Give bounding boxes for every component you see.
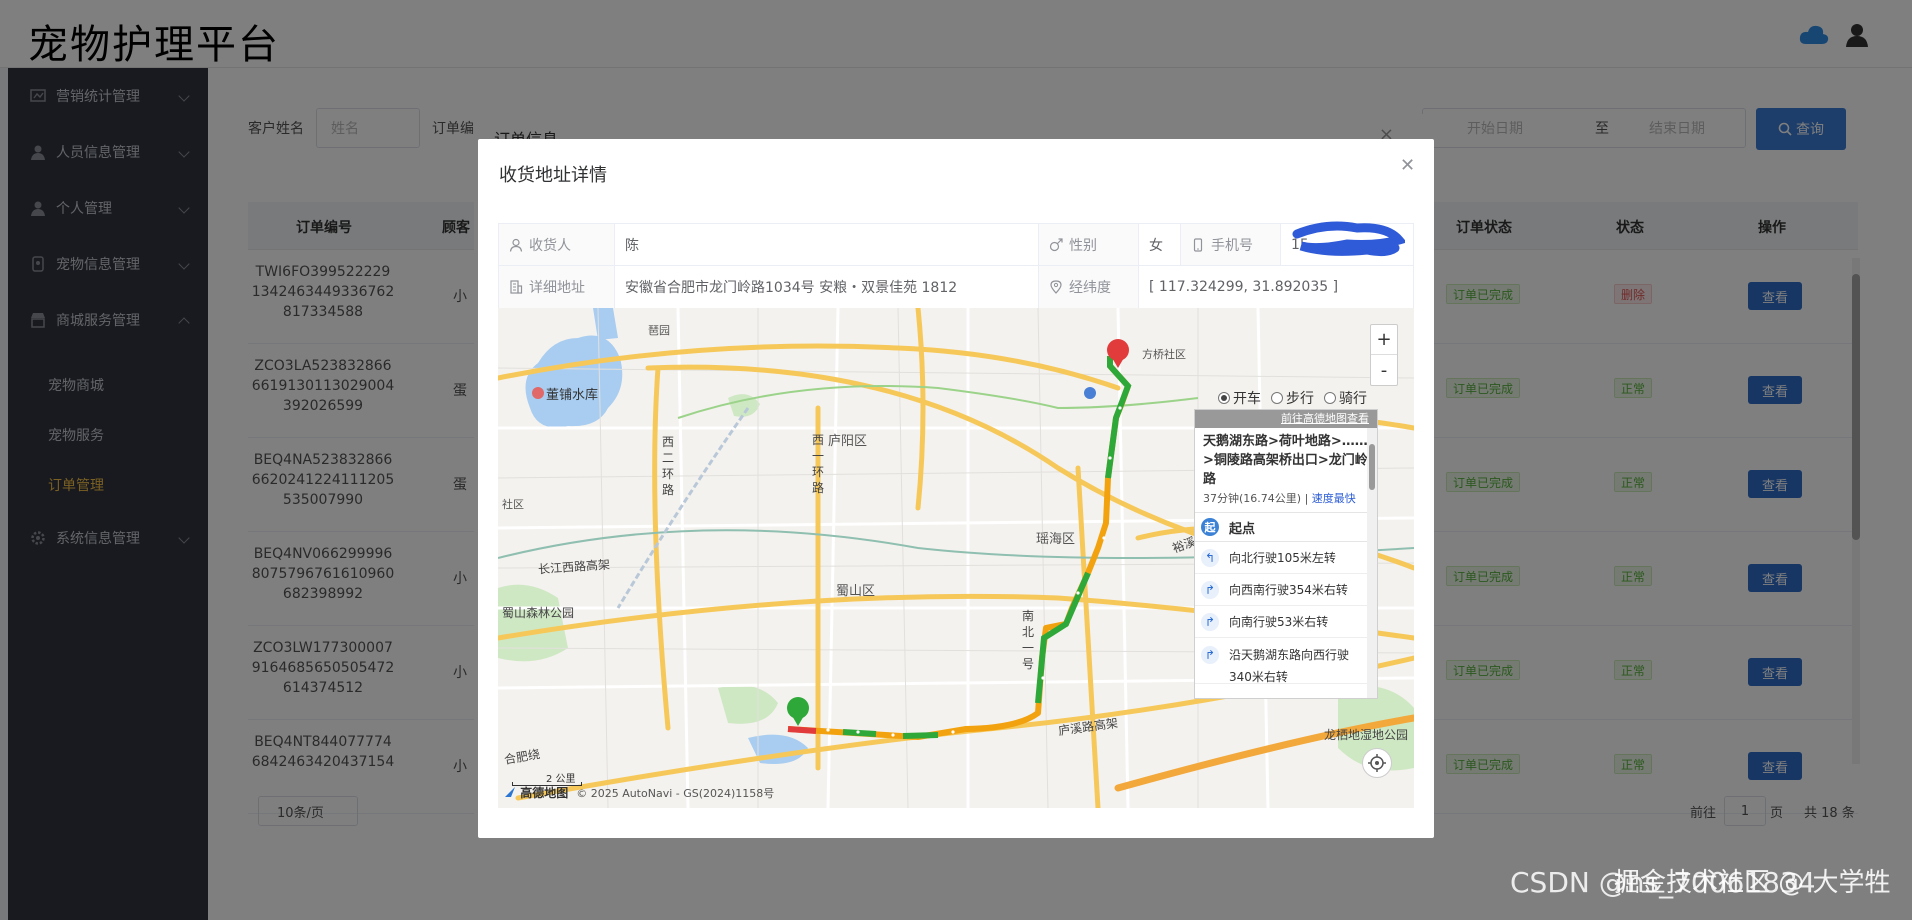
open-amap-link[interactable]: 前往高德地图查看 [1195,410,1377,428]
route-panel-scrollbar[interactable] [1367,428,1377,698]
receiver-value: 陈 [615,224,1039,265]
map-label: 瑶海区 [1036,532,1076,547]
address-detail-modal: 收货地址详情 ✕ 收货人 陈 性别 女 手机号 15 详细地址 安徽省合肥市龙门… [478,139,1434,838]
zoom-out-button[interactable]: - [1371,355,1397,385]
route-summary: 天鹅湖东路>荷叶地路>……>铜陵路高架桥出口>龙门岭路 37分钟(16.74公里… [1203,434,1368,505]
address-descriptions: 收货人 陈 性别 女 手机号 15 详细地址 安徽省合肥市龙门岭路1034号 安… [498,221,1414,309]
mode-drive-radio[interactable]: 开车 [1218,388,1261,408]
radio-icon [1324,392,1336,404]
route-time: 37分钟(16.74公里) | 速度最快 [1203,492,1356,505]
locate-icon[interactable] [1362,748,1392,778]
radio-checked-icon [1218,392,1230,404]
radio-icon [1271,392,1283,404]
map-label: 蜀山森林公园 [502,606,575,620]
map-label: 南北一号 [1022,609,1035,671]
turn-left-icon: ↰ [1201,548,1219,567]
gender-label: 性别 [1039,224,1139,265]
male-symbol-icon [1049,237,1063,251]
travel-mode-group: 开车 步行 骑行 [1218,388,1367,408]
phone-label: 手机号 [1181,224,1281,265]
address-label: 详细地址 [499,266,615,308]
zoom-in-button[interactable]: + [1371,325,1397,355]
redaction-scribble [1292,221,1405,257]
park-area [498,584,568,662]
location-pin-icon [1050,280,1062,294]
juejin-watermark: 掘金技术社区 @ 大学牲 [1614,868,1891,898]
receiver-label: 收货人 [499,224,615,265]
route-start[interactable]: 起 起点 [1195,512,1377,542]
map-footer: 高德地图 © 2025 AutoNavi - GS(2024)1158号 [504,784,774,801]
route-step[interactable]: ↰ 向北行驶105米左转 [1195,542,1377,574]
turn-right-icon: ↱ [1201,580,1219,599]
gender-value: 女 [1139,224,1181,265]
map-label: 西一环路 [812,433,825,495]
route-step[interactable]: ↱ 向西南行驶354米右转 [1195,574,1377,606]
coordinate-value: [ 117.324299, 31.892035 ] [1149,279,1339,295]
address-value: 安徽省合肥市龙门岭路1034号 安粮・双景佳苑 1812 [615,266,1039,308]
map-label: 龙栖地湿地公园 [1324,728,1409,742]
route-step[interactable]: ↱ 沿天鹅湖东路向西行驶340米右转 [1195,638,1377,684]
map-label: 琶园 [648,324,670,337]
route-step[interactable]: ↱ 向南行驶53米右转 [1195,606,1377,638]
building-icon [510,280,523,294]
coordinate-label: 经纬度 [1039,266,1139,308]
modal-title: 收货地址详情 [499,165,607,186]
person-icon [509,238,523,252]
map-label: 董铺水库 [546,388,599,403]
start-marker [787,697,809,726]
phone-icon [1193,237,1203,252]
map-label: 西二环路 [662,435,675,497]
map-label: 庐阳区 [828,434,868,449]
route-map[interactable]: 董铺水库 庐阳区 瑶海区 蜀山区 蜀山森林公园 长江西路高架 西二环路 西一环路… [498,308,1414,808]
turn-right-icon: ↱ [1201,612,1219,631]
route-panel: 前往高德地图查看 天鹅湖东路>荷叶地路>……>铜陵路高架桥出口>龙门岭路 37分… [1194,409,1378,699]
map-label: 社区 [502,498,524,511]
route-fastest-label: 速度最快 [1311,492,1356,505]
zoom-control: + - [1370,324,1398,386]
map-copyright: © 2025 AutoNavi - GS(2024)1158号 [576,786,775,800]
turn-right-icon: ↱ [1201,646,1219,664]
amap-logo-icon [505,787,515,797]
phone-value: 15 [1281,221,1413,265]
amap-logo: 高德地图 [504,784,568,801]
map-label: 蜀山区 [836,584,876,599]
reservoir [525,335,623,428]
map-label: 方桥社区 [1142,348,1186,361]
start-badge-icon: 起 [1201,518,1219,536]
mode-ride-radio[interactable]: 骑行 [1324,388,1367,408]
mode-walk-radio[interactable]: 步行 [1271,388,1314,408]
close-icon[interactable]: ✕ [1400,155,1415,176]
